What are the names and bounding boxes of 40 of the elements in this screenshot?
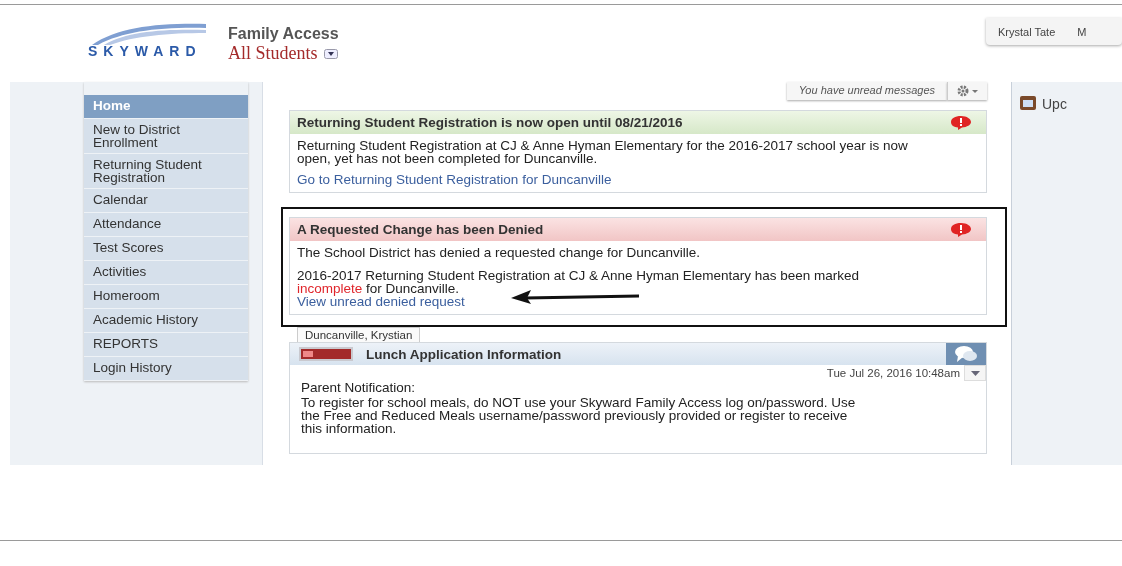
settings-button[interactable] [947, 82, 987, 100]
calendar-icon [1020, 96, 1036, 110]
sidebar-item[interactable]: Calendar [84, 189, 248, 213]
sidebar-item[interactable]: Test Scores [84, 237, 248, 261]
panel-title: Upc [1042, 96, 1067, 112]
sidebar-item[interactable]: Returning Student Registration [84, 154, 248, 189]
sidebar-item[interactable]: Academic History [84, 309, 248, 333]
message-text: 2016-2017 Returning Student Registration at CJ & Anne Hyman Elementary has been marked incomplete for Duncanville. [297, 269, 861, 295]
student-tab[interactable]: Duncanville, Krystian [297, 327, 421, 342]
settings-icon [955, 85, 980, 97]
comments-button[interactable] [946, 343, 986, 365]
student-selector[interactable]: All Students [228, 43, 339, 64]
sidebar-item[interactable]: New to District Enrollment [84, 119, 248, 154]
sidebar-item[interactable]: Login History [84, 357, 248, 381]
message-link[interactable]: View unread denied request [297, 295, 465, 308]
school-logo-icon [299, 347, 353, 361]
message-title: A Requested Change has been Denied [297, 222, 544, 237]
sidebar-item[interactable]: Activities [84, 261, 248, 285]
dropdown-icon [323, 48, 338, 59]
message-link[interactable]: Go to Returning Student Registration for Duncanville [297, 173, 612, 186]
chat-icon [954, 345, 978, 363]
app-title: Family Access [228, 25, 339, 43]
user-link[interactable]: M [1077, 25, 1087, 38]
message-text: Returning Student Registration at CJ & Anne Hyman Elementary for the 2016-2017 school year is now open, yet has not been completed for Duncanville. [297, 139, 909, 165]
logo-text: SKYWARD [88, 43, 202, 59]
user-link[interactable]: Krystal Tate [998, 25, 1056, 38]
unread-messages-link[interactable]: You have unread messages [786, 82, 947, 100]
message-text: The School District has denied a requested change for Duncanville. [297, 246, 701, 259]
post-heading: Parent Notification: [301, 381, 417, 394]
sidebar-item[interactable]: REPORTS [84, 333, 248, 357]
alert-icon [950, 221, 972, 238]
caret-icon [970, 370, 980, 376]
sidebar-item[interactable]: Attendance [84, 213, 248, 237]
post-timestamp: Tue Jul 26, 2016 10:48am [826, 367, 960, 379]
alert-icon [950, 114, 972, 131]
sidebar-item[interactable]: Homeroom [84, 285, 248, 309]
post-menu-button[interactable] [964, 365, 986, 381]
post-text: To register for school meals, do NOT use your Skyward Family Access log on/password. Use the Free and Reduced Meals username/password previously provided or register to receive this information. [301, 396, 857, 435]
message-title: Returning Student Registration is now open until 08/21/2016 [297, 115, 683, 130]
post-title: Lunch Application Information [366, 346, 562, 362]
